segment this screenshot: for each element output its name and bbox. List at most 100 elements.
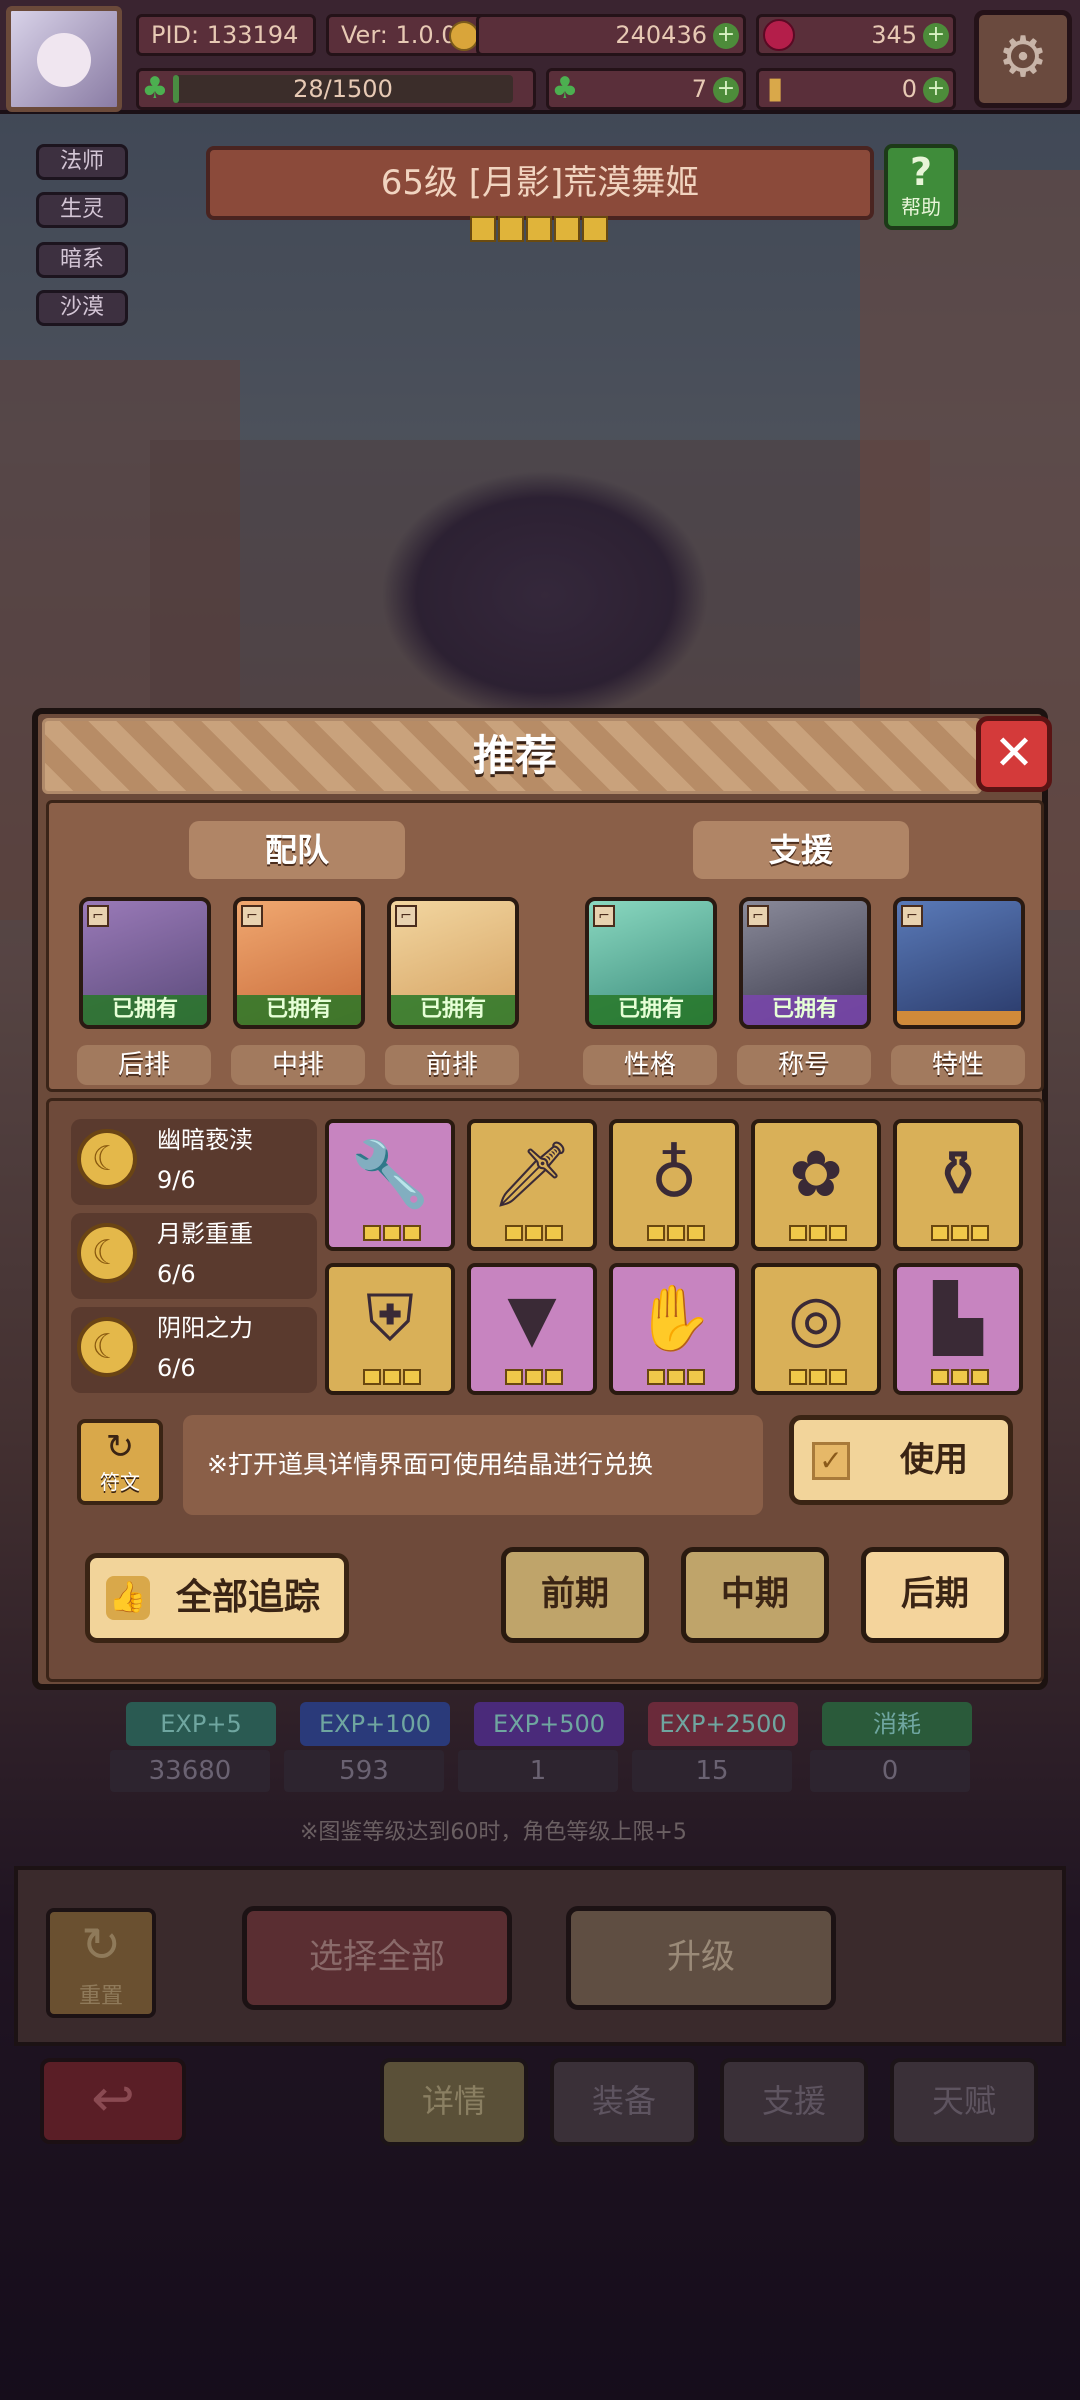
equipment-slot[interactable]: ◎ — [751, 1263, 881, 1395]
star-icon — [505, 1369, 523, 1385]
add-clover-icon[interactable]: + — [713, 77, 739, 103]
equipment-slot[interactable]: 🔧 — [325, 1119, 455, 1251]
set-name: 月影重重 — [157, 1220, 253, 1248]
boots-icon: ▙ — [933, 1282, 983, 1356]
star-icon — [829, 1369, 847, 1385]
tab-talent[interactable]: 天赋 — [890, 2058, 1038, 2146]
support-trait[interactable]: ⌐ — [893, 897, 1025, 1029]
team-member-middle[interactable]: ⌐ 已拥有 — [233, 897, 365, 1029]
star-icon — [789, 1369, 807, 1385]
exp-item[interactable]: 消耗 — [822, 1702, 972, 1746]
gem-counter[interactable]: 345 + — [756, 14, 956, 56]
exp-count: 1 — [458, 1750, 618, 1792]
add-ticket-icon[interactable]: + — [923, 77, 949, 103]
item-star-rating — [927, 1225, 993, 1243]
star-icon — [931, 1225, 949, 1241]
reset-button[interactable]: ↻ 重置 — [46, 1908, 156, 2018]
clover-value: 7 — [691, 75, 707, 103]
gem-value: 345 — [871, 21, 917, 49]
set-bonus-row[interactable]: ☾ 幽暗亵渎 9/6 — [71, 1119, 317, 1205]
settings-gear-icon[interactable]: ⚙ — [974, 10, 1072, 108]
phase-early-button[interactable]: 前期 — [501, 1547, 649, 1643]
team-member-back[interactable]: ⌐ 已拥有 — [79, 897, 211, 1029]
exchange-hint: ※打开道具详情界面可使用结晶进行兑换 — [183, 1415, 763, 1515]
set-bonus-row[interactable]: ☾ 阴阳之力 6/6 — [71, 1307, 317, 1393]
team-label: 配队 — [189, 821, 405, 879]
clover-counter[interactable]: ♣ 7 + — [546, 68, 746, 110]
star-icon — [829, 1225, 847, 1241]
equipment-slot[interactable]: ▼ — [467, 1263, 597, 1395]
character-title: 65级 [月影]荒漠舞姬 — [206, 146, 874, 220]
set-bonus-row[interactable]: ☾ 月影重重 6/6 — [71, 1213, 317, 1299]
equipment-slot[interactable]: ⛨ — [325, 1263, 455, 1395]
tab-support[interactable]: 支援 — [720, 2058, 868, 2146]
player-avatar[interactable] — [6, 6, 122, 112]
phase-mid-button[interactable]: 中期 — [681, 1547, 829, 1643]
tag-element: 暗系 — [36, 242, 128, 278]
coin-icon — [449, 21, 479, 51]
recommended-equipment-section: ☾ 幽暗亵渎 9/6 ☾ 月影重重 6/6 ☾ 阴阳之力 6/6 🔧 🗡 ♁ ✿ ⚱ ⛨ ▼… — [46, 1098, 1044, 1682]
recommended-team-section: 配队 支援 ⌐ 已拥有 ⌐ 已拥有 ⌐ 已拥有 ⌐ 已拥有 ⌐ 已拥有 ⌐ 后排… — [46, 800, 1044, 1092]
upgrade-button[interactable]: 升级 — [566, 1906, 836, 2010]
stamina-bar: ♣ 28/1500 — [136, 68, 536, 110]
support-personality[interactable]: ⌐ 已拥有 — [585, 897, 717, 1029]
star-icon — [403, 1225, 421, 1241]
lock-icon: ⌐ — [87, 905, 109, 927]
star-icon — [667, 1225, 685, 1241]
star-icon — [554, 216, 580, 242]
lock-icon: ⌐ — [901, 905, 923, 927]
recommend-dialog: 推荐 ✕ 配队 支援 ⌐ 已拥有 ⌐ 已拥有 ⌐ 已拥有 ⌐ 已拥有 ⌐ 已拥有… — [32, 708, 1052, 1690]
star-icon — [647, 1369, 665, 1385]
use-button[interactable]: ✓ 使用 — [789, 1415, 1013, 1505]
exp-item[interactable]: EXP+500 — [474, 1702, 624, 1746]
team-member-front[interactable]: ⌐ 已拥有 — [387, 897, 519, 1029]
exp-item[interactable]: EXP+100 — [300, 1702, 450, 1746]
add-gold-icon[interactable]: + — [713, 23, 739, 49]
reset-label: 重置 — [78, 1984, 123, 2009]
exp-item[interactable]: EXP+2500 — [648, 1702, 798, 1746]
owned-badge: 已拥有 — [743, 995, 867, 1025]
star-icon — [526, 216, 552, 242]
star-icon — [383, 1369, 401, 1385]
item-star-rating — [785, 1369, 851, 1387]
ticket-value: 0 — [901, 75, 917, 103]
track-all-button[interactable]: 👍 全部追踪 — [85, 1553, 349, 1643]
equipment-slot[interactable]: ✋ — [609, 1263, 739, 1395]
moon-icon: ☾ — [77, 1223, 137, 1283]
equipment-slot[interactable]: ♁ — [609, 1119, 739, 1251]
star-icon — [687, 1225, 705, 1241]
checkbox-icon[interactable]: ✓ — [812, 1442, 850, 1480]
close-icon[interactable]: ✕ — [976, 716, 1052, 792]
support-title[interactable]: ⌐ 已拥有 — [739, 897, 871, 1029]
not-owned-bar — [897, 1011, 1021, 1025]
star-icon — [667, 1369, 685, 1385]
select-all-button[interactable]: 选择全部 — [242, 1906, 512, 2010]
exp-item[interactable]: EXP+5 — [126, 1702, 276, 1746]
support-label: 支援 — [693, 821, 909, 879]
item-star-rating — [785, 1225, 851, 1243]
track-all-label: 全部追踪 — [175, 1577, 320, 1618]
equipment-slot[interactable]: ▙ — [893, 1263, 1023, 1395]
tag-region: 沙漠 — [36, 290, 128, 326]
tab-equipment[interactable]: 装备 — [550, 2058, 698, 2146]
thumbs-up-icon: 👍 — [106, 1576, 150, 1620]
ticket-counter[interactable]: ▮ 0 + — [756, 68, 956, 110]
glove-icon: ✋ — [634, 1282, 714, 1356]
wrench-icon: 🔧 — [350, 1138, 430, 1212]
help-button[interactable]: ? 帮助 — [884, 144, 958, 230]
equipment-slot[interactable]: ✿ — [751, 1119, 881, 1251]
help-label: 帮助 — [901, 195, 941, 219]
tag-race: 生灵 — [36, 192, 128, 228]
star-icon — [789, 1225, 807, 1241]
rune-button[interactable]: ↻ 符文 — [77, 1419, 163, 1505]
add-gem-icon[interactable]: + — [923, 23, 949, 49]
potion-icon: ⚱ — [931, 1138, 985, 1212]
star-icon — [545, 1225, 563, 1241]
equipment-slot[interactable]: ⚱ — [893, 1119, 1023, 1251]
phase-late-button[interactable]: 后期 — [861, 1547, 1009, 1643]
star-icon — [582, 216, 608, 242]
tab-details[interactable]: 详情 — [380, 2058, 528, 2146]
back-arrow-icon[interactable]: ↩ — [40, 2058, 186, 2144]
gold-counter[interactable]: 240436 + — [476, 14, 746, 56]
equipment-slot[interactable]: 🗡 — [467, 1119, 597, 1251]
